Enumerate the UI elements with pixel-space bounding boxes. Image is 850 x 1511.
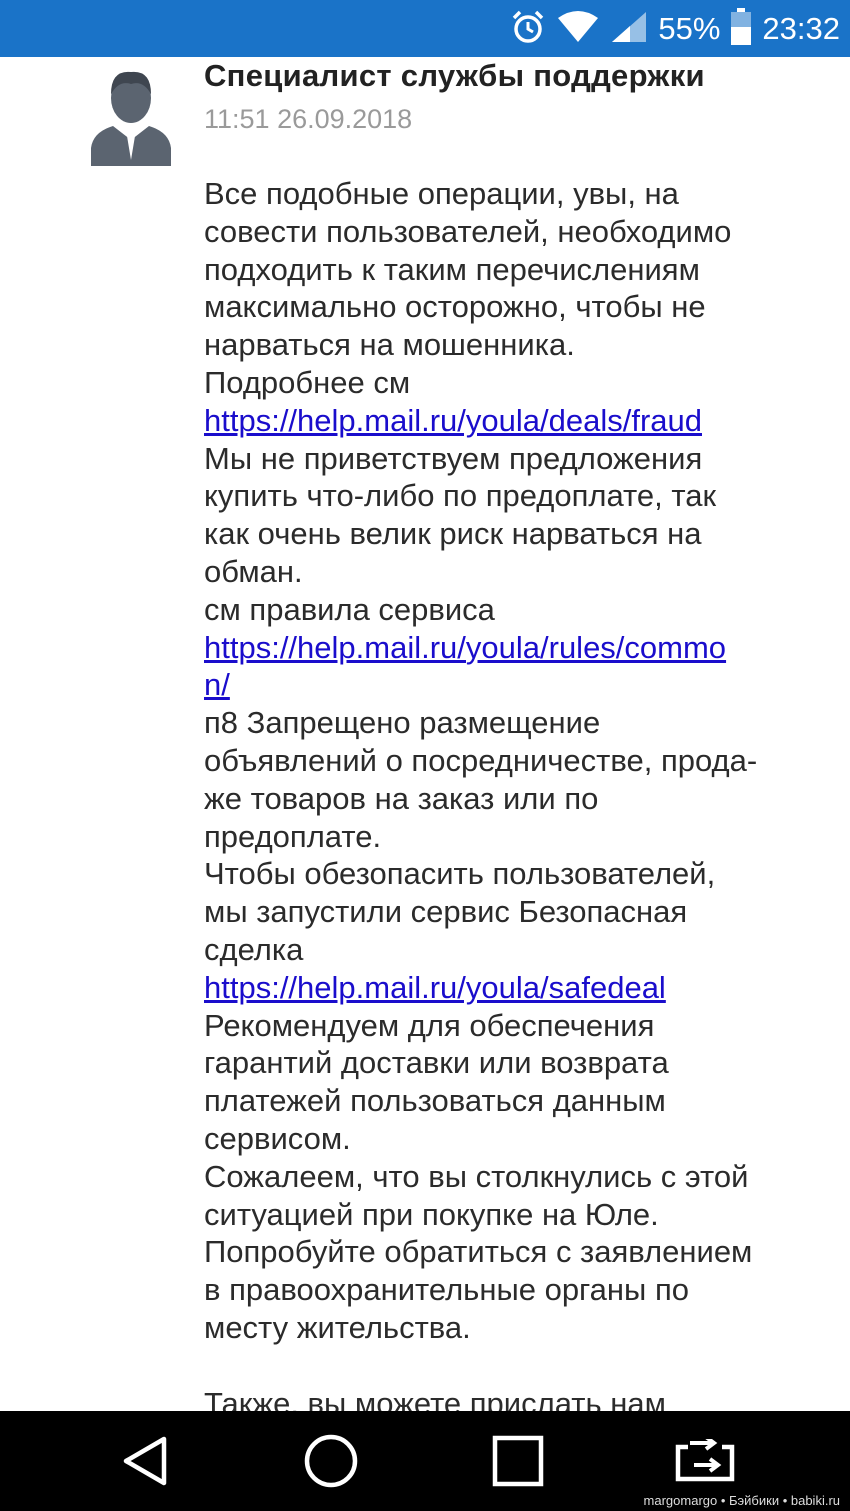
- home-icon: [304, 1434, 358, 1488]
- clock: 23:32: [762, 11, 840, 46]
- recents-button[interactable]: [458, 1411, 578, 1511]
- message-line: ситуацией при покупке на Юле.: [204, 1196, 659, 1232]
- battery-percent: 55%: [658, 11, 721, 46]
- message-line: подходить к таким перечислениям: [204, 251, 700, 287]
- alarm-icon: [510, 9, 546, 50]
- home-button[interactable]: [271, 1411, 391, 1511]
- status-icons: 55% 23:32: [510, 7, 840, 51]
- message-line: сервисом.: [204, 1120, 351, 1156]
- message-line: [204, 1347, 824, 1385]
- message-line: совести пользователей, необходимо: [204, 213, 732, 249]
- battery-icon: [730, 7, 752, 51]
- message-line: мы запустили сервис Безопасная: [204, 894, 688, 930]
- message-link[interactable]: https://help.mail.ru/youla/deals/fraud: [204, 402, 824, 440]
- message-line: п8 Запрещено размещение: [204, 705, 601, 741]
- message-line: как очень велик риск нарваться на: [204, 516, 702, 552]
- message-line: Попробуйте обратиться с заявлением: [204, 1234, 753, 1270]
- back-button[interactable]: [86, 1411, 206, 1511]
- message-body: Все подобные операции, увы, на совести по…: [204, 175, 824, 1422]
- message-line: см правила сервиса: [204, 591, 495, 627]
- message-line: Все подобные операции, увы, на: [204, 176, 679, 211]
- message-link[interactable]: https://help.mail.ru/youla/safedeal: [204, 969, 824, 1007]
- message-line: Рекомендуем для обеспечения: [204, 1007, 655, 1043]
- message-line: же товаров на заказ или по: [204, 780, 599, 816]
- message-line: Мы не приветствуем предложения: [204, 440, 703, 476]
- message-timestamp: 11:51 26.09.2018: [204, 104, 413, 134]
- message-line: купить что-либо по предоплате, так: [204, 478, 717, 514]
- message-line: месту жительства.: [204, 1309, 471, 1345]
- recents-icon: [492, 1435, 544, 1487]
- message-line: предоплате.: [204, 818, 382, 854]
- message-line: объявлений о посредничестве, прода-: [204, 742, 758, 778]
- message-line: обман.: [204, 553, 303, 589]
- support-avatar: [91, 68, 171, 166]
- status-bar: 55% 23:32: [0, 0, 850, 57]
- message-line: Сожалеем, что вы столкнулись с этой: [204, 1158, 749, 1194]
- switch-app-icon: [675, 1439, 735, 1482]
- message-line: Чтобы обезопасить пользователей,: [204, 856, 716, 892]
- watermark: margomargo • Бэйбики • babiki.ru: [639, 1492, 844, 1509]
- message-line: Подробнее см: [204, 364, 411, 400]
- message-line: платежей пользоваться данным: [204, 1083, 666, 1119]
- message-line: гарантий доставки или возврата: [204, 1045, 669, 1081]
- message-line: в правоохранительные органы по: [204, 1272, 689, 1308]
- message-line: максимально осторожно, чтобы не: [204, 289, 706, 325]
- navigation-bar: margomargo • Бэйбики • babiki.ru: [0, 1411, 850, 1511]
- cell-signal-icon: [610, 10, 648, 49]
- sender-name: Специалист службы поддержки: [204, 58, 705, 93]
- message-line: сделка: [204, 931, 304, 967]
- message-link[interactable]: https://help.mail.ru/youla/rules/commo: [204, 629, 824, 667]
- wifi-icon: [556, 10, 600, 49]
- message-link[interactable]: n/: [204, 666, 824, 704]
- message-line: нарваться на мошенника.: [204, 327, 575, 363]
- back-icon: [123, 1436, 167, 1486]
